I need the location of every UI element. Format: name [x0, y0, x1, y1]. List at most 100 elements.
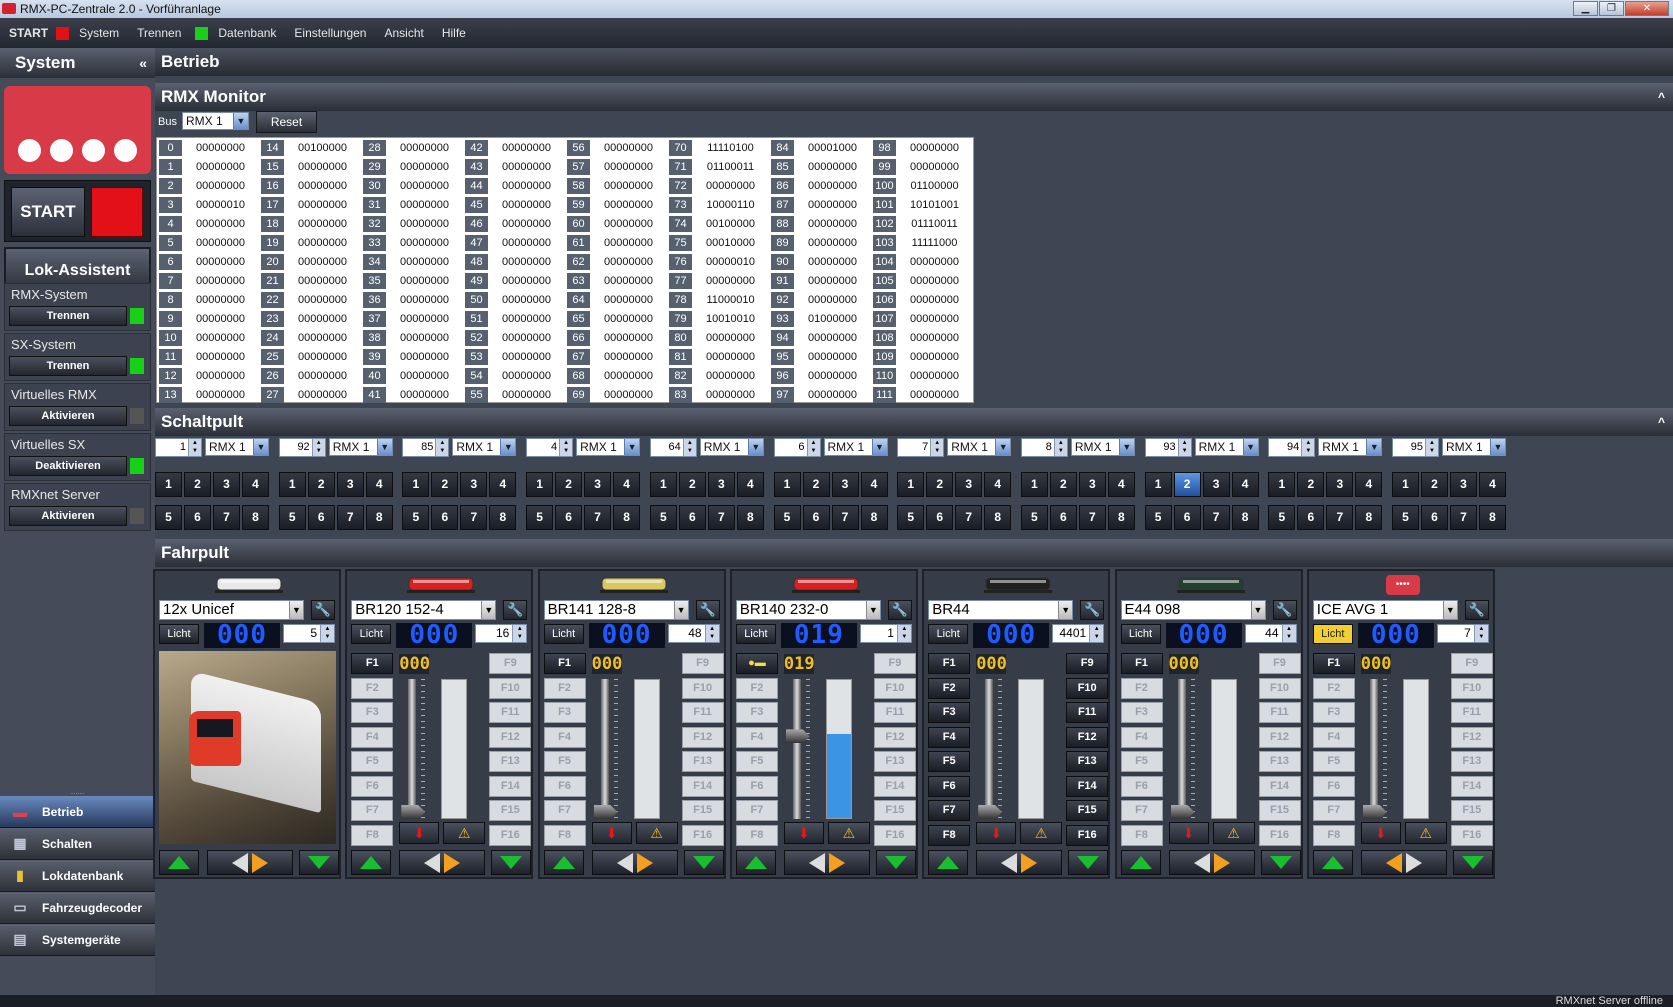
- stepper-arrows-icon[interactable]: ▲▼: [1282, 625, 1296, 642]
- switch-button-7[interactable]: 7: [1450, 505, 1477, 530]
- address-stepper[interactable]: 1▲▼: [155, 438, 202, 457]
- maximize-button[interactable]: ❐: [1599, 1, 1624, 16]
- switch-button-3[interactable]: 3: [213, 472, 240, 497]
- licht-button[interactable]: Licht: [1313, 624, 1353, 644]
- speed-slider-track[interactable]: [985, 679, 993, 819]
- menu-trennen[interactable]: Trennen: [137, 26, 181, 40]
- function-button-f4[interactable]: F4: [544, 727, 586, 748]
- function-button-f13[interactable]: F13: [682, 751, 724, 772]
- switch-button-8[interactable]: 8: [1232, 505, 1259, 530]
- switch-button-4[interactable]: 4: [242, 472, 269, 497]
- wrench-icon[interactable]: 🔧: [1080, 600, 1104, 620]
- licht-button[interactable]: Licht: [544, 624, 584, 644]
- speed-slider-track[interactable]: [408, 679, 416, 819]
- switch-button-3[interactable]: 3: [337, 472, 364, 497]
- switch-button-4[interactable]: 4: [1479, 472, 1506, 497]
- system-block-button[interactable]: Deaktivieren: [9, 456, 127, 476]
- switch-button-4[interactable]: 4: [1232, 472, 1259, 497]
- function-button-f2[interactable]: F2: [1313, 678, 1355, 699]
- wrench-icon[interactable]: 🔧: [1465, 600, 1489, 620]
- switch-button-7[interactable]: 7: [1203, 505, 1230, 530]
- function-button-f10[interactable]: F10: [1066, 678, 1108, 699]
- stepper-arrows-icon[interactable]: ▲▼: [435, 439, 448, 456]
- switch-button-2[interactable]: 2: [1050, 472, 1077, 497]
- function-button-f11[interactable]: F11: [1066, 702, 1108, 723]
- licht-button[interactable]: Licht: [1121, 624, 1161, 644]
- function-button-f7[interactable]: F7: [544, 800, 586, 821]
- function-button-f13[interactable]: F13: [1451, 751, 1493, 772]
- bus-select[interactable]: RMX 1▼: [329, 438, 393, 456]
- function-button-f2[interactable]: F2: [544, 678, 586, 699]
- switch-button-2[interactable]: 2: [308, 472, 335, 497]
- accelerate-button[interactable]: [1121, 850, 1161, 875]
- function-button-f16[interactable]: F16: [489, 825, 531, 846]
- switch-button-8[interactable]: 8: [861, 505, 888, 530]
- function-button-f8[interactable]: F8: [544, 825, 586, 846]
- switch-button-3[interactable]: 3: [955, 472, 982, 497]
- function-button-f9[interactable]: F9: [1066, 653, 1108, 674]
- switch-button-6[interactable]: 6: [679, 505, 706, 530]
- loco-name-select[interactable]: 12x Unicef▼: [159, 600, 304, 620]
- switch-button-6[interactable]: 6: [926, 505, 953, 530]
- stepper-arrows-icon[interactable]: ▲▼: [1301, 439, 1314, 456]
- switch-button-6[interactable]: 6: [184, 505, 211, 530]
- system-block-button[interactable]: Trennen: [9, 356, 127, 376]
- function-button-f7[interactable]: F7: [928, 800, 970, 821]
- function-button-f6[interactable]: F6: [928, 776, 970, 797]
- collapse-sidebar-button[interactable]: «: [139, 48, 147, 78]
- loco-name-select[interactable]: BR44▼: [928, 600, 1073, 620]
- function-button-f13[interactable]: F13: [1259, 751, 1301, 772]
- switch-button-4[interactable]: 4: [366, 472, 393, 497]
- switch-button-8[interactable]: 8: [242, 505, 269, 530]
- function-button-f4[interactable]: F4: [351, 727, 393, 748]
- switch-button-3[interactable]: 3: [584, 472, 611, 497]
- speed-slider-track[interactable]: [793, 679, 801, 819]
- nav-item-systemgeräte[interactable]: ▤Systemgeräte: [0, 924, 155, 956]
- direction-toggle[interactable]: [976, 850, 1062, 875]
- function-button-f6[interactable]: F6: [736, 776, 778, 797]
- start-button[interactable]: START: [11, 187, 85, 237]
- menu-datenbank[interactable]: Datenbank: [218, 26, 276, 40]
- stop-button[interactable]: ⬇: [592, 822, 632, 844]
- accelerate-button[interactable]: [351, 850, 391, 875]
- switch-button-8[interactable]: 8: [984, 505, 1011, 530]
- decelerate-button[interactable]: [684, 850, 724, 875]
- switch-button-7[interactable]: 7: [460, 505, 487, 530]
- function-button-f5[interactable]: F5: [544, 751, 586, 772]
- switch-button-7[interactable]: 7: [337, 505, 364, 530]
- switch-button-8[interactable]: 8: [1479, 505, 1506, 530]
- function-button-f13[interactable]: F13: [1066, 751, 1108, 772]
- licht-button[interactable]: Licht: [928, 624, 968, 644]
- switch-button-6[interactable]: 6: [555, 505, 582, 530]
- function-button-f15[interactable]: F15: [1259, 800, 1301, 821]
- switch-button-2[interactable]: 2: [555, 472, 582, 497]
- switch-button-7[interactable]: 7: [708, 505, 735, 530]
- function-button-f9[interactable]: F9: [682, 653, 724, 674]
- bus-select[interactable]: RMX 1▼: [1442, 438, 1506, 456]
- switch-button-4[interactable]: 4: [861, 472, 888, 497]
- stepper-arrows-icon[interactable]: ▲▼: [559, 439, 572, 456]
- function-button-f6[interactable]: F6: [1121, 776, 1163, 797]
- function-button-f10[interactable]: F10: [489, 678, 531, 699]
- stepper-arrows-icon[interactable]: ▲▼: [320, 625, 334, 642]
- stepper-arrows-icon[interactable]: ▲▼: [1178, 439, 1191, 456]
- function-button-f10[interactable]: F10: [1259, 678, 1301, 699]
- switch-button-5[interactable]: 5: [897, 505, 924, 530]
- function-button-f1[interactable]: F1: [544, 653, 586, 674]
- function-button-f2[interactable]: F2: [736, 678, 778, 699]
- emergency-warning-button[interactable]: ⚠: [443, 822, 485, 844]
- address-stepper[interactable]: 5▲▼: [283, 624, 335, 643]
- emergency-warning-button[interactable]: ⚠: [828, 822, 870, 844]
- function-button-f2[interactable]: F2: [1121, 678, 1163, 699]
- function-button-f7[interactable]: F7: [351, 800, 393, 821]
- function-button-f5[interactable]: F5: [1121, 751, 1163, 772]
- loco-name-select[interactable]: BR120 152-4▼: [351, 600, 496, 620]
- function-button-f8[interactable]: F8: [1313, 825, 1355, 846]
- address-stepper[interactable]: 16▲▼: [475, 624, 527, 643]
- switch-button-1[interactable]: 1: [897, 472, 924, 497]
- address-stepper[interactable]: 6▲▼: [774, 438, 821, 457]
- switch-button-5[interactable]: 5: [526, 505, 553, 530]
- nav-item-fahrzeugdecoder[interactable]: ▭Fahrzeugdecoder: [0, 892, 155, 924]
- switch-button-6[interactable]: 6: [1174, 505, 1201, 530]
- bus-select[interactable]: RMX 1▼: [700, 438, 764, 456]
